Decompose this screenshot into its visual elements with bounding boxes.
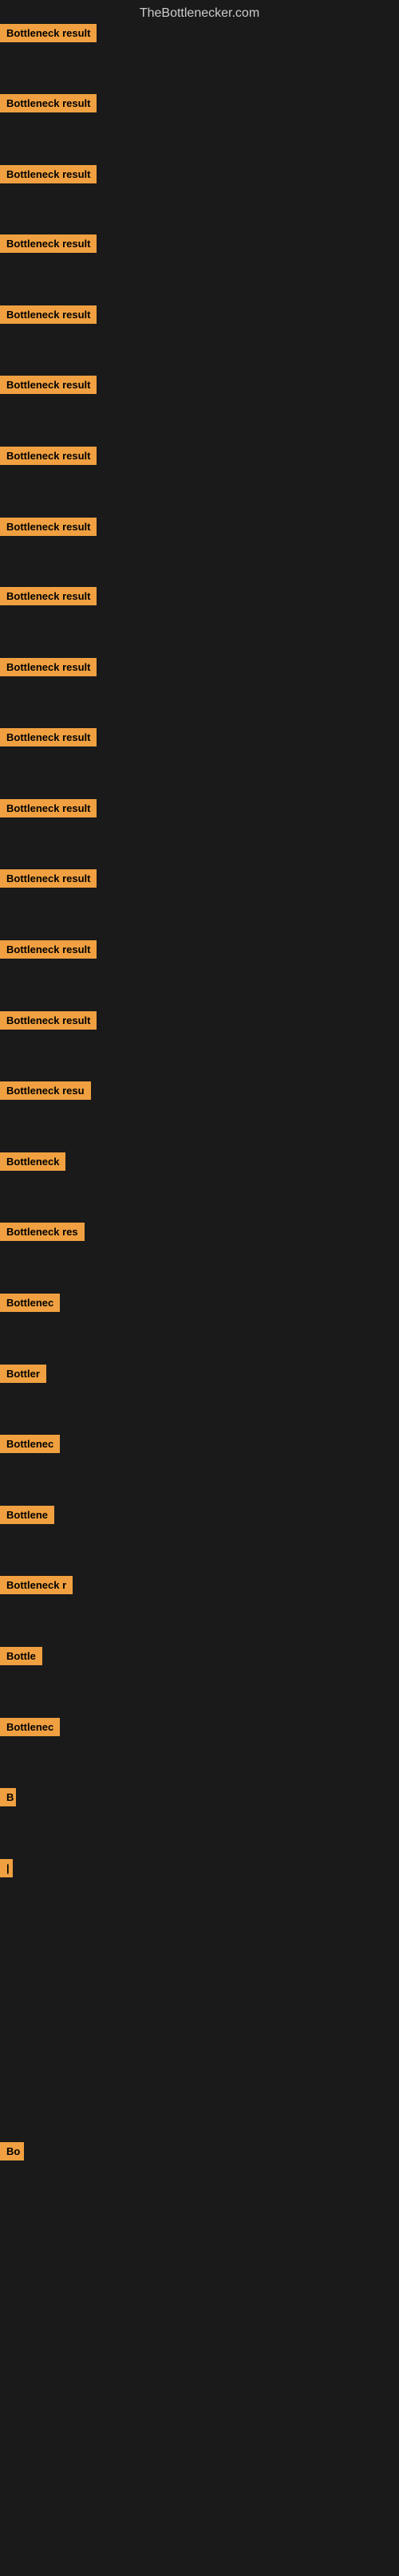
bottleneck-result-item: Bottleneck result: [0, 165, 97, 187]
bottleneck-label: Bottleneck result: [0, 376, 97, 394]
bottleneck-label: Bottler: [0, 1365, 46, 1383]
bottleneck-label: Bottleneck result: [0, 305, 97, 324]
bottleneck-label: Bottleneck r: [0, 1576, 73, 1594]
bottleneck-label: Bottlenec: [0, 1718, 60, 1736]
site-title: TheBottlenecker.com: [0, 0, 399, 24]
bottleneck-result-item: Bottlenec: [0, 1718, 60, 1740]
bottleneck-result-item: Bottle: [0, 1647, 42, 1669]
bottleneck-label: Bottleneck result: [0, 94, 97, 112]
bottleneck-result-item: Bottlene: [0, 1506, 54, 1528]
bottleneck-label: Bottleneck result: [0, 940, 97, 959]
bottleneck-label: Bottlenec: [0, 1294, 60, 1312]
bottleneck-result-item: Bottleneck result: [0, 94, 97, 116]
bottleneck-label: Bottleneck result: [0, 447, 97, 465]
bottleneck-result-item: Bo: [0, 2142, 24, 2164]
bottleneck-result-item: Bottleneck result: [0, 728, 97, 750]
bottleneck-result-item: |: [0, 1859, 13, 1881]
bottleneck-label: Bottleneck: [0, 1152, 65, 1171]
bottleneck-label: Bottleneck result: [0, 869, 97, 888]
bottleneck-result-item: Bottleneck: [0, 1152, 65, 1175]
bottleneck-result-item: Bottleneck result: [0, 447, 97, 469]
bottleneck-result-item: Bottler: [0, 1365, 46, 1387]
bottleneck-label: Bottleneck result: [0, 728, 97, 746]
bottleneck-result-item: Bottleneck result: [0, 24, 97, 46]
bottleneck-result-item: Bottlenec: [0, 1294, 60, 1316]
bottleneck-label: |: [0, 1859, 13, 1877]
bottleneck-result-item: Bottleneck resu: [0, 1081, 91, 1104]
bottleneck-result-item: Bottleneck result: [0, 658, 97, 680]
bottleneck-label: B: [0, 1788, 16, 1806]
bottleneck-result-item: Bottleneck result: [0, 376, 97, 398]
bottleneck-label: Bottleneck result: [0, 1011, 97, 1030]
bottleneck-result-item: Bottleneck result: [0, 869, 97, 892]
bottleneck-result-item: Bottlenec: [0, 1435, 60, 1457]
bottleneck-result-item: Bottleneck result: [0, 234, 97, 257]
bottleneck-label: Bottleneck res: [0, 1223, 85, 1241]
bottleneck-result-item: Bottleneck result: [0, 587, 97, 609]
bottleneck-label: Bottleneck result: [0, 518, 97, 536]
bottleneck-label: Bottleneck result: [0, 165, 97, 183]
bottleneck-label: Bottleneck result: [0, 24, 97, 42]
bottleneck-result-item: B: [0, 1788, 16, 1810]
bottleneck-label: Bottleneck result: [0, 799, 97, 817]
bottleneck-result-item: Bottleneck result: [0, 518, 97, 540]
bottleneck-label: Bottleneck result: [0, 587, 97, 605]
bottleneck-label: Bottlene: [0, 1506, 54, 1524]
bottleneck-label: Bottleneck resu: [0, 1081, 91, 1100]
bottleneck-label: Bottleneck result: [0, 658, 97, 676]
bottleneck-result-item: Bottleneck result: [0, 305, 97, 328]
bottleneck-label: Bottle: [0, 1647, 42, 1665]
bottleneck-result-item: Bottleneck result: [0, 940, 97, 963]
bottleneck-label: Bo: [0, 2142, 24, 2160]
bottleneck-label: Bottleneck result: [0, 234, 97, 253]
bottleneck-result-item: Bottleneck r: [0, 1576, 73, 1598]
bottleneck-result-item: Bottleneck res: [0, 1223, 85, 1245]
bottleneck-result-item: Bottleneck result: [0, 799, 97, 821]
bottleneck-result-item: Bottleneck result: [0, 1011, 97, 1034]
bottleneck-label: Bottlenec: [0, 1435, 60, 1453]
